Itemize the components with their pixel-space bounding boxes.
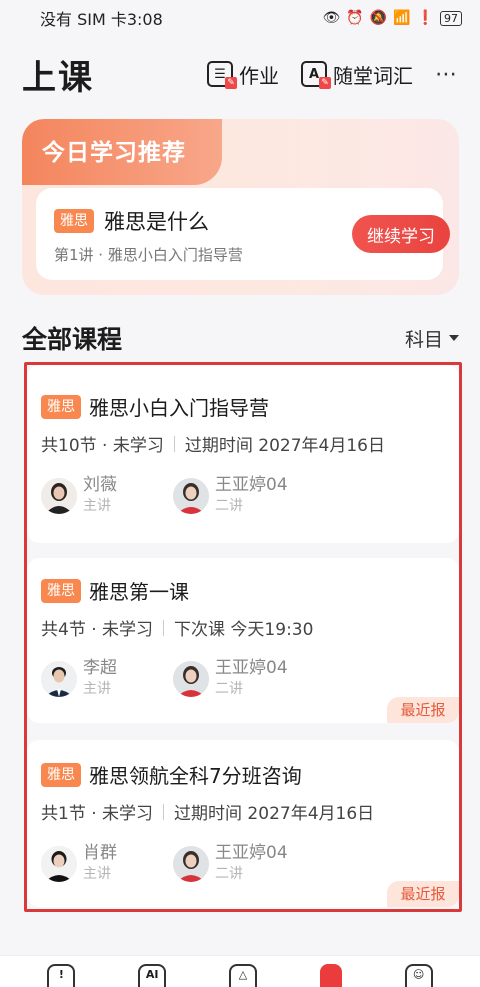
avatar: [41, 845, 77, 882]
page-header: 上课 ☰ ✎ 作业 A ✎ 随堂词汇 ⋯: [0, 40, 480, 108]
recommend-course-subtitle: 第1讲 · 雅思小白入门指导营: [54, 246, 243, 264]
all-courses-header: 全部课程 科目: [22, 318, 459, 358]
subject-filter[interactable]: 科目: [405, 325, 459, 352]
teacher-name: 王亚婷04: [215, 658, 288, 678]
course-name: 雅思领航全科7分班咨询: [89, 764, 302, 788]
nav-home-icon[interactable]: !: [47, 964, 76, 987]
avatar: [173, 660, 209, 697]
avatar: [41, 477, 77, 514]
teacher-name: 李超: [83, 658, 117, 678]
course-tag: 雅思: [54, 209, 94, 233]
avatar: [173, 477, 209, 514]
course-name: 雅思小白入门指导营: [89, 396, 269, 420]
course-tag: 雅思: [41, 763, 81, 787]
more-icon[interactable]: ⋯: [435, 62, 458, 87]
course-tag: 雅思: [41, 395, 81, 419]
vocab-icon: A ✎: [301, 61, 331, 89]
battery-icon: 97: [440, 10, 462, 26]
teacher-role: 主讲: [83, 681, 111, 697]
teacher-secondary: 王亚婷04 二讲: [173, 658, 288, 699]
course-tag: 雅思: [41, 579, 81, 603]
status-icons: 👁 ⏰ 🔕 📶 ❗ 97: [322, 10, 462, 26]
teacher-role: 主讲: [83, 498, 111, 514]
course-meta: 共4节 · 未学习 下次课 今天19:30: [41, 619, 314, 640]
alert-icon: ❗: [416, 10, 434, 26]
wifi-icon: 📶: [393, 10, 411, 26]
teacher-name: 王亚婷04: [215, 475, 288, 495]
teacher-role: 二讲: [215, 681, 243, 697]
nav-explore-icon[interactable]: △: [228, 964, 257, 987]
course-name: 雅思第一课: [89, 580, 189, 604]
teacher-secondary: 王亚婷04 二讲: [173, 843, 288, 884]
teacher-primary: 李超 主讲: [41, 658, 117, 699]
recent-badge: 最近报: [387, 697, 459, 723]
course-meta: 共1节 · 未学习 过期时间 2027年4月16日: [41, 803, 375, 824]
course-card[interactable]: 雅思 雅思小白入门指导营 共10节 · 未学习 过期时间 2027年4月16日 …: [27, 365, 459, 543]
course-card[interactable]: 雅思 雅思第一课 共4节 · 未学习 下次课 今天19:30 李超 主讲 王亚婷…: [27, 558, 459, 723]
status-bar: 没有 SIM 卡3:08 👁 ⏰ 🔕 📶 ❗ 97: [0, 0, 480, 36]
teacher-role: 主讲: [83, 866, 111, 882]
bottom-nav: ! AI △ ☺: [0, 955, 480, 987]
course-meta: 共10节 · 未学习 过期时间 2027年4月16日: [41, 435, 385, 456]
teacher-primary: 肖群 主讲: [41, 843, 117, 884]
homework-button[interactable]: ☰ ✎ 作业: [207, 60, 279, 89]
recommend-title: 今日学习推荐: [42, 140, 186, 166]
teacher-role: 二讲: [215, 866, 243, 882]
alarm-icon: ⏰: [346, 10, 364, 26]
mute-icon: 🔕: [369, 10, 388, 26]
teacher-primary: 刘薇 主讲: [41, 475, 117, 516]
recommend-card: 今日学习推荐 雅思 雅思是什么 第1讲 · 雅思小白入门指导营 继续学习: [22, 119, 459, 295]
teacher-secondary: 王亚婷04 二讲: [173, 475, 288, 516]
recommend-course[interactable]: 雅思 雅思是什么 第1讲 · 雅思小白入门指导营 继续学习: [36, 188, 450, 280]
dropdown-icon: [449, 335, 459, 341]
nav-profile-icon[interactable]: ☺: [404, 964, 433, 987]
continue-learning-button[interactable]: 继续学习: [352, 215, 450, 253]
course-card[interactable]: 雅思 雅思领航全科7分班咨询 共1节 · 未学习 过期时间 2027年4月16日…: [27, 740, 459, 907]
eye-icon: 👁: [322, 10, 341, 26]
vocab-button[interactable]: A ✎ 随堂词汇: [301, 60, 413, 89]
nav-ai-icon[interactable]: AI: [138, 964, 167, 987]
page-title: 上课: [22, 57, 94, 98]
course-list: 雅思 雅思小白入门指导营 共10节 · 未学习 过期时间 2027年4月16日 …: [24, 362, 462, 912]
subject-filter-label: 科目: [404, 328, 443, 351]
nav-course-icon[interactable]: [319, 964, 342, 987]
teacher-name: 肖群: [83, 843, 117, 863]
status-carrier-time: 没有 SIM 卡3:08: [40, 10, 163, 29]
homework-label: 作业: [239, 63, 279, 88]
teacher-role: 二讲: [215, 498, 243, 514]
recent-badge: 最近报: [387, 881, 459, 907]
section-title: 全部课程: [22, 325, 123, 354]
teacher-name: 刘薇: [83, 475, 117, 495]
avatar: [173, 845, 209, 882]
teacher-name: 王亚婷04: [215, 843, 288, 863]
homework-icon: ☰ ✎: [207, 61, 237, 89]
avatar: [41, 660, 77, 697]
vocab-label: 随堂词汇: [333, 63, 413, 88]
recommend-course-name: 雅思是什么: [104, 210, 209, 234]
